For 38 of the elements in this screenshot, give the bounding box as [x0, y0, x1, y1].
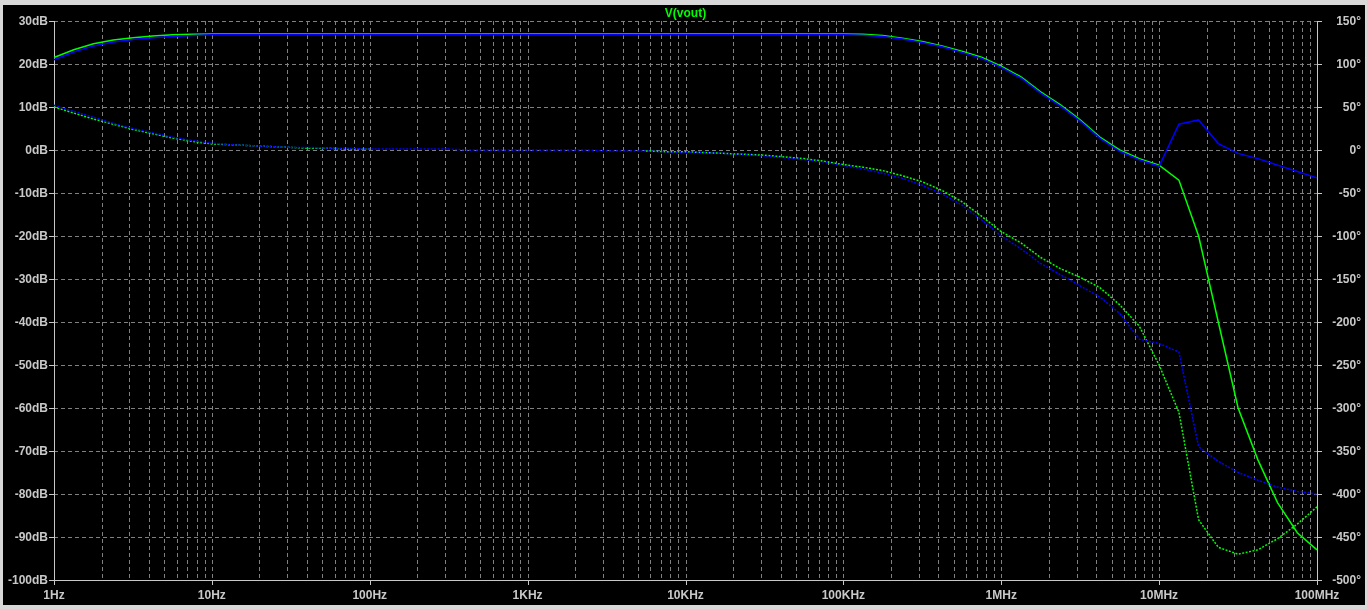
axis-label: 100Hz: [352, 588, 388, 602]
axis-label: 0°: [1349, 143, 1361, 157]
axis-label: 10Hz: [197, 588, 226, 602]
chart-title: V(vout): [664, 6, 707, 20]
axis-label: 0dB: [25, 143, 48, 157]
axis-label: -20dB: [14, 229, 48, 243]
axis-label: 50°: [1342, 100, 1361, 114]
axis-label: -10dB: [14, 186, 48, 200]
axis-label: 20dB: [18, 57, 48, 71]
axis-label: -50dB: [14, 358, 48, 372]
axis-label: -150°: [1332, 272, 1361, 286]
axis-label: -50°: [1338, 186, 1361, 200]
axis-label: -40dB: [14, 315, 48, 329]
axis-label: -90dB: [14, 530, 48, 544]
axis-label: 30dB: [18, 14, 48, 28]
axis-label: -400°: [1332, 487, 1361, 501]
axis-label: 100MHz: [1294, 588, 1340, 602]
axis-label: -350°: [1332, 444, 1361, 458]
axis-label: 100KHz: [821, 588, 866, 602]
axis-label: 10KHz: [667, 588, 704, 602]
axis-label: -250°: [1332, 358, 1361, 372]
axis-label: 1KHz: [512, 588, 543, 602]
axis-label: -450°: [1332, 530, 1361, 544]
axis-label: -100dB: [8, 573, 48, 587]
axis-label: 10MHz: [1140, 588, 1179, 602]
axis-label: -500°: [1332, 573, 1361, 587]
axis-label: -60dB: [14, 401, 48, 415]
axis-label: -100°: [1332, 229, 1361, 243]
axis-label: -200°: [1332, 315, 1361, 329]
axis-label: -70dB: [14, 444, 48, 458]
axis-label: -300°: [1332, 401, 1361, 415]
axis-label: 1Hz: [43, 588, 65, 602]
axis-label: 10dB: [18, 100, 48, 114]
axis-label: 100°: [1336, 57, 1361, 71]
axis-label: 150°: [1336, 14, 1361, 28]
axis-label: -80dB: [14, 487, 48, 501]
axis-label: 1MHz: [985, 588, 1017, 602]
axis-label: -30dB: [14, 272, 48, 286]
